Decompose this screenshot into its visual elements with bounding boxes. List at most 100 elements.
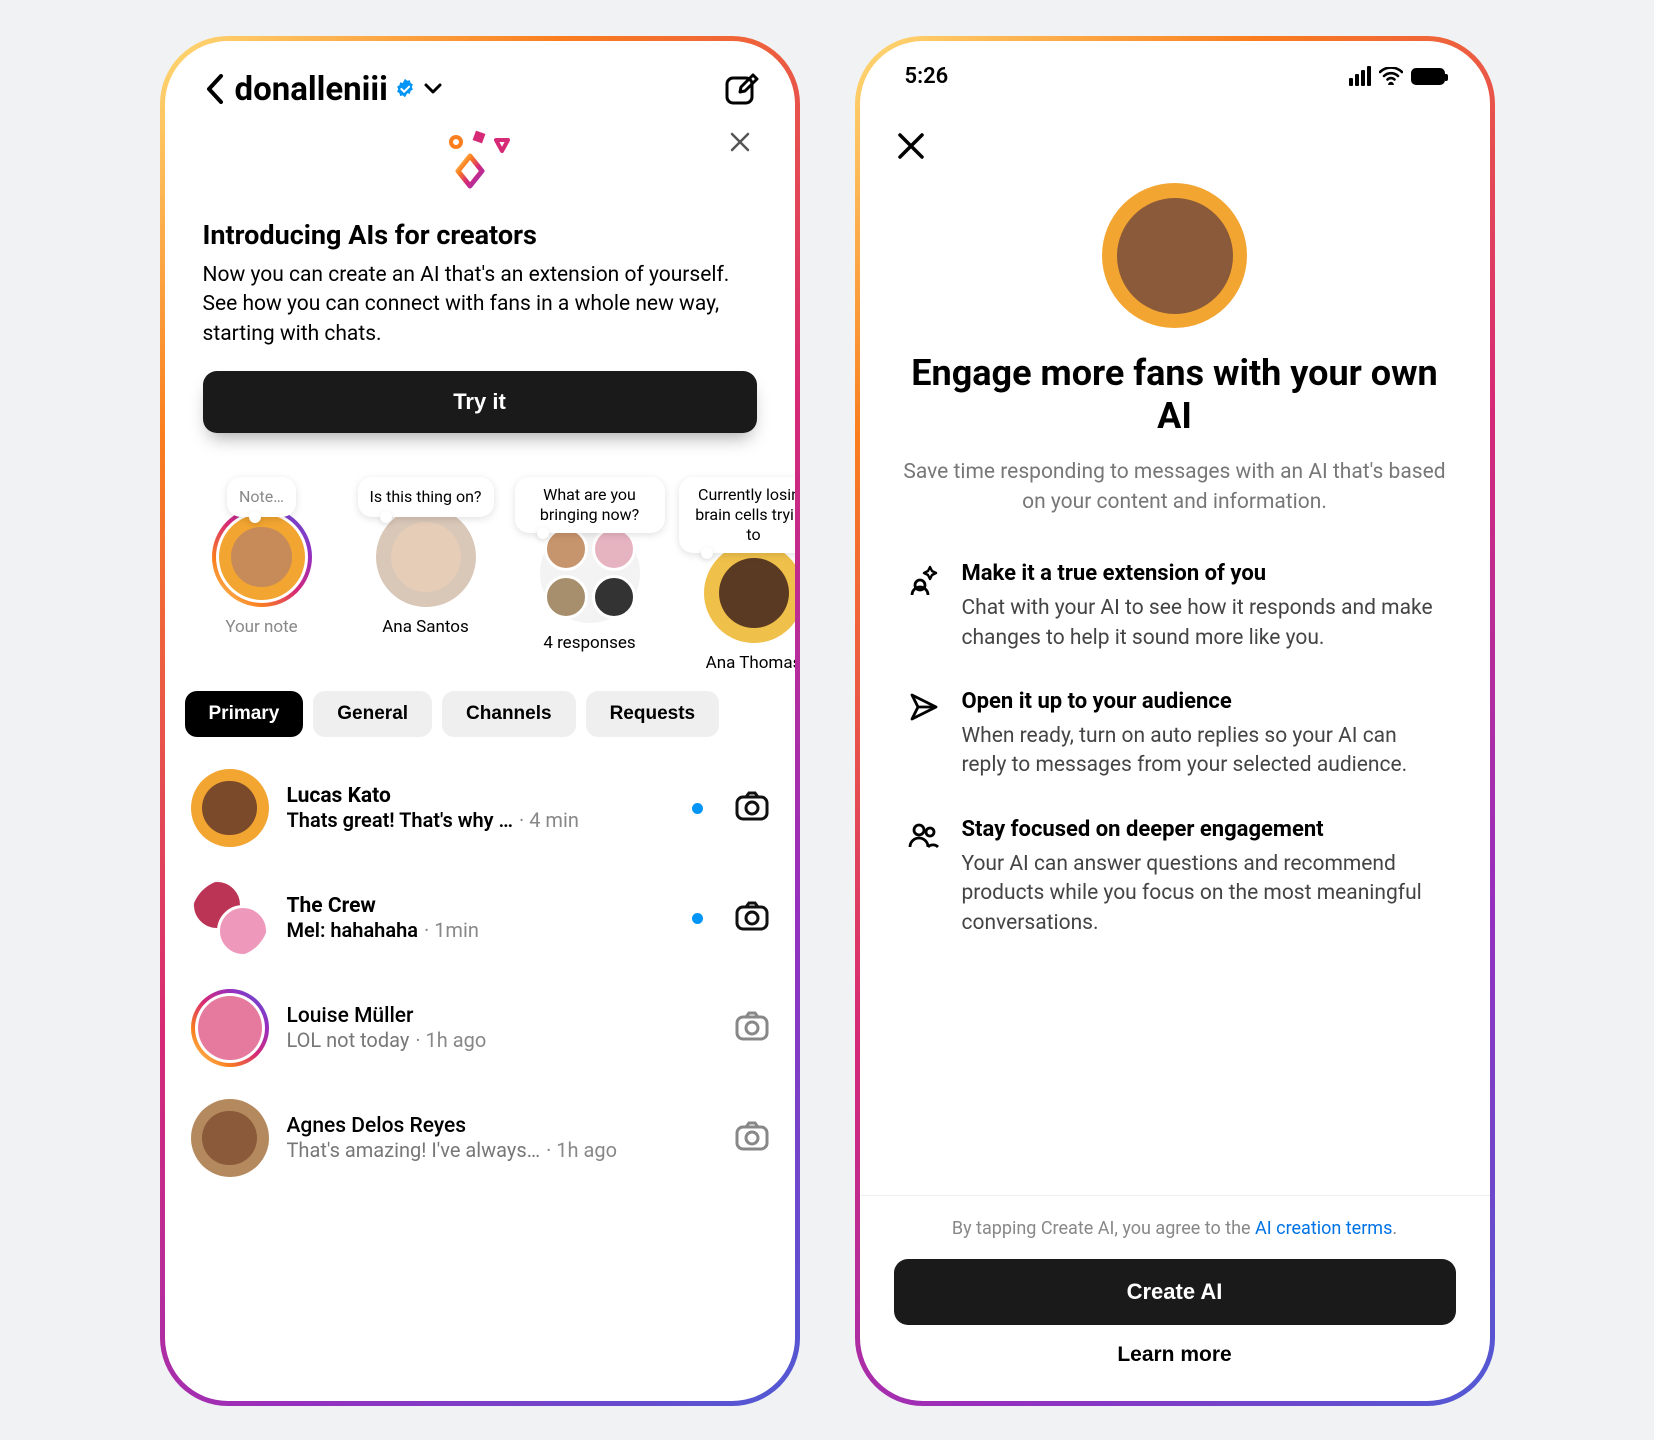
battery-icon <box>1411 68 1445 85</box>
note-label: Ana Santos <box>382 617 469 637</box>
feature-body: Chat with your AI to see how it responds… <box>962 594 1442 653</box>
chat-avatar <box>191 879 269 957</box>
chat-time: 1min <box>434 918 479 942</box>
camera-icon[interactable] <box>735 901 769 935</box>
promo-body: Now you can create an AI that's an exten… <box>203 261 757 349</box>
note-bubble: Is this thing on? <box>358 477 494 517</box>
status-indicators <box>1349 66 1445 86</box>
status-bar: 5:26 <box>860 41 1490 111</box>
avatar <box>376 507 476 607</box>
feature-title: Open it up to your audience <box>962 689 1442 714</box>
feature-item: Stay focused on deeper engagement Your A… <box>908 817 1442 938</box>
account-switcher[interactable]: donalleniii <box>235 70 442 109</box>
chevron-down-icon <box>424 83 442 95</box>
wifi-icon <box>1379 67 1403 85</box>
note-label: Ana Thomas <box>706 653 795 673</box>
legal-prefix: By tapping Create AI, you agree to the <box>952 1218 1255 1239</box>
ai-promo-card: Introducing AIs for creators Now you can… <box>165 109 795 459</box>
note-bubble: What are you bringing now? <box>515 477 665 533</box>
chat-name: Agnes Delos Reyes <box>287 1114 717 1138</box>
chat-list: Lucas Kato Thats great! That's why …· 4 … <box>165 745 795 1193</box>
screen-left: donalleniii <box>165 41 795 1401</box>
note-item[interactable]: What are you bringing now? 4 responses <box>515 477 665 673</box>
feature-list: Make it a true extension of you Chat wit… <box>860 517 1490 938</box>
close-button[interactable] <box>896 131 1454 165</box>
try-it-button[interactable]: Try it <box>203 371 757 433</box>
chat-name: Louise Müller <box>287 1004 717 1028</box>
unread-dot <box>692 913 703 924</box>
phone-left: donalleniii <box>160 36 800 1406</box>
send-icon <box>908 689 940 781</box>
verified-badge-icon <box>394 78 416 100</box>
promo-title: Introducing AIs for creators <box>203 219 757 251</box>
sparkle-icon <box>203 121 757 211</box>
note-item[interactable]: Is this thing on? Ana Santos <box>351 477 501 673</box>
chat-preview: That's amazing! I've always… <box>287 1138 541 1162</box>
sparkle-person-icon <box>908 561 940 653</box>
note-label: 4 responses <box>543 633 635 653</box>
hero-subtitle: Save time responding to messages with an… <box>900 458 1450 517</box>
avatar-collage <box>540 523 640 623</box>
hero-avatar <box>1102 183 1247 328</box>
tab-channels[interactable]: Channels <box>442 691 576 737</box>
feature-title: Stay focused on deeper engagement <box>962 817 1442 842</box>
note-bubble: Currently losing brain cells trying to <box>679 477 795 553</box>
camera-icon[interactable] <box>735 1121 769 1155</box>
note-item-self[interactable]: Note… Your note <box>187 477 337 673</box>
back-button[interactable] <box>195 69 235 109</box>
chat-body: Lucas Kato Thats great! That's why …· 4 … <box>287 784 674 832</box>
avatar <box>212 507 312 607</box>
camera-icon[interactable] <box>735 1011 769 1045</box>
feature-item: Make it a true extension of you Chat wit… <box>908 561 1442 653</box>
camera-icon[interactable] <box>735 791 769 825</box>
note-label: Your note <box>225 617 297 637</box>
chat-time: 1h ago <box>556 1138 617 1162</box>
promo-close-button[interactable] <box>729 131 751 157</box>
hero: Engage more fans with your own AI Save t… <box>860 165 1490 517</box>
tab-general[interactable]: General <box>313 691 432 737</box>
compose-button[interactable] <box>723 71 759 107</box>
feature-item: Open it up to your audience When ready, … <box>908 689 1442 781</box>
legal-link[interactable]: AI creation terms <box>1255 1218 1392 1239</box>
chat-preview: Mel: hahahaha <box>287 918 419 942</box>
note-item[interactable]: Currently losing brain cells trying to A… <box>679 477 795 673</box>
phone-right: 5:26 Engage more fans with your own AI S… <box>855 36 1495 1406</box>
chat-row[interactable]: Louise Müller LOL not today· 1h ago <box>165 973 795 1083</box>
chat-avatar <box>191 769 269 847</box>
chat-body: The Crew Mel: hahahaha· 1min <box>287 894 674 942</box>
chat-preview: LOL not today <box>287 1028 410 1052</box>
notes-row: Note… Your note Is this thing on? Ana Sa… <box>165 459 795 691</box>
screen-right: 5:26 Engage more fans with your own AI S… <box>860 41 1490 1401</box>
chat-avatar <box>191 989 269 1067</box>
chat-time: 4 min <box>529 808 579 832</box>
status-time: 5:26 <box>905 64 949 89</box>
chat-body: Agnes Delos Reyes That's amazing! I've a… <box>287 1114 717 1162</box>
tab-requests[interactable]: Requests <box>586 691 720 737</box>
unread-dot <box>692 803 703 814</box>
note-bubble: Note… <box>227 477 296 517</box>
chat-row[interactable]: The Crew Mel: hahahaha· 1min <box>165 863 795 973</box>
dm-header: donalleniii <box>165 41 795 109</box>
hero-title: Engage more fans with your own AI <box>900 352 1450 438</box>
feature-body: Your AI can answer questions and recomme… <box>962 850 1442 938</box>
avatar <box>704 543 795 643</box>
tab-primary[interactable]: Primary <box>185 691 304 737</box>
feature-body: When ready, turn on auto replies so your… <box>962 722 1442 781</box>
chat-preview: Thats great! That's why … <box>287 808 514 832</box>
chat-time: 1h ago <box>426 1028 487 1052</box>
modal-header <box>860 111 1490 165</box>
create-ai-button[interactable]: Create AI <box>894 1259 1456 1325</box>
username: donalleniii <box>235 70 388 109</box>
cellular-icon <box>1349 66 1371 86</box>
people-icon <box>908 817 940 938</box>
chat-body: Louise Müller LOL not today· 1h ago <box>287 1004 717 1052</box>
inbox-tabs: Primary General Channels Requests <box>165 691 795 745</box>
chat-row[interactable]: Agnes Delos Reyes That's amazing! I've a… <box>165 1083 795 1193</box>
chat-row[interactable]: Lucas Kato Thats great! That's why …· 4 … <box>165 753 795 863</box>
learn-more-button[interactable]: Learn more <box>1117 1343 1231 1367</box>
bottom-block: By tapping Create AI, you agree to the A… <box>860 1195 1490 1401</box>
chat-name: The Crew <box>287 894 674 918</box>
chat-avatar <box>191 1099 269 1177</box>
legal-text: By tapping Create AI, you agree to the A… <box>894 1218 1456 1239</box>
chat-name: Lucas Kato <box>287 784 674 808</box>
